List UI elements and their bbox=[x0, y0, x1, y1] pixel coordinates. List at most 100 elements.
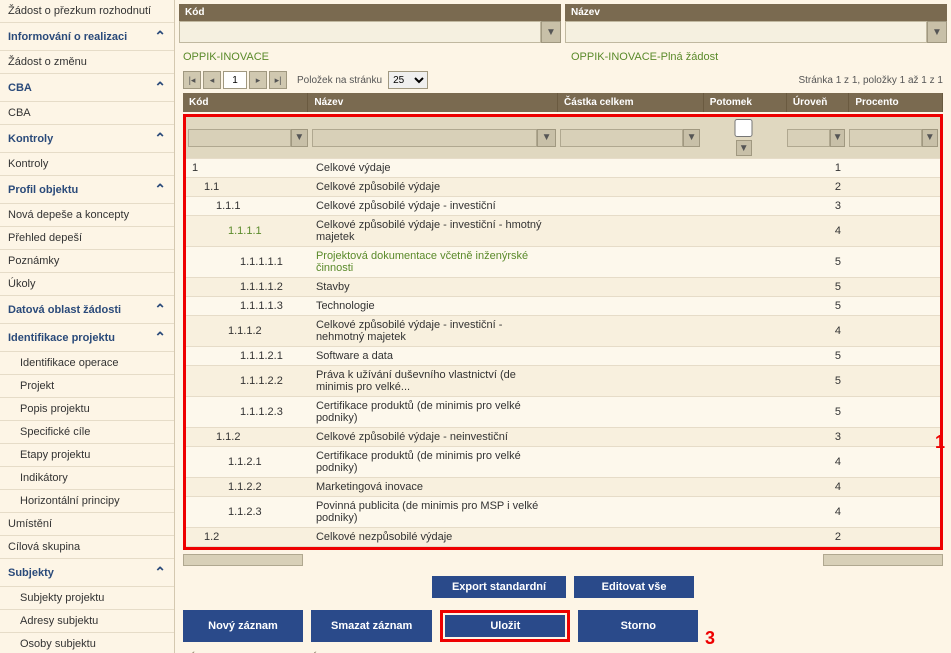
sidebar-item-informovani[interactable]: Informování o realizaci⌃ bbox=[0, 23, 174, 51]
filter-icon[interactable]: ▼ bbox=[736, 140, 752, 156]
sidebar-item-subjekty-header[interactable]: Subjekty⌃ bbox=[0, 559, 174, 587]
pager-first-icon[interactable]: |◂ bbox=[183, 71, 201, 89]
table-row[interactable]: 1.1.2 Celkové způsobilé výdaje - neinves… bbox=[186, 428, 940, 447]
sidebar-item-ukoly[interactable]: Úkoly bbox=[0, 273, 174, 296]
chevron-up-icon: ⌃ bbox=[154, 28, 166, 45]
cell-potomek bbox=[702, 278, 785, 297]
sidebar-item-cba-header[interactable]: CBA⌃ bbox=[0, 74, 174, 102]
sidebar-item-projekt[interactable]: Projekt bbox=[0, 375, 174, 398]
filter-icon[interactable]: ▼ bbox=[927, 21, 947, 43]
cell-procento bbox=[847, 178, 940, 197]
sidebar-item-poznamky[interactable]: Poznámky bbox=[0, 250, 174, 273]
scroll-hint-left[interactable] bbox=[183, 554, 303, 566]
edit-all-button[interactable]: Editovat vše bbox=[574, 576, 694, 598]
pager-page-input[interactable] bbox=[223, 71, 247, 89]
filter-kod-input[interactable] bbox=[179, 21, 541, 43]
pager-summary: Stránka 1 z 1, položky 1 až 1 z 1 bbox=[798, 75, 943, 86]
sidebar-item-datova-oblast[interactable]: Datová oblast žádosti⌃ bbox=[0, 296, 174, 324]
filter-icon[interactable]: ▼ bbox=[683, 129, 701, 147]
table-row[interactable]: 1.1.2.3 Povinná publicita (de minimis pr… bbox=[186, 497, 940, 528]
cell-nazev: Software a data bbox=[316, 350, 393, 362]
table-row[interactable]: 1.1.1.1.2 Stavby 5 bbox=[186, 278, 940, 297]
table-row[interactable]: 1.1.1 Celkové způsobilé výdaje - investi… bbox=[186, 197, 940, 216]
th-potomek[interactable]: Potomek bbox=[703, 93, 786, 112]
cell-castka bbox=[558, 316, 703, 347]
sidebar-item-osoby[interactable]: Osoby subjektu bbox=[0, 633, 174, 653]
pager-prev-icon[interactable]: ◂ bbox=[203, 71, 221, 89]
sidebar-item-cilova-skupina[interactable]: Cílová skupina bbox=[0, 536, 174, 559]
pager-next-icon[interactable]: ▸ bbox=[249, 71, 267, 89]
sidebar-item-prehled-depesi[interactable]: Přehled depeší bbox=[0, 227, 174, 250]
sidebar-item-identifikace[interactable]: Identifikace projektu⌃ bbox=[0, 324, 174, 352]
filter-icon[interactable]: ▼ bbox=[922, 129, 938, 147]
cell-procento bbox=[847, 528, 940, 547]
table-row[interactable]: 1.1 Celkové způsobilé výdaje 2 bbox=[186, 178, 940, 197]
per-page-select[interactable]: 25 bbox=[388, 71, 428, 89]
filter-icon[interactable]: ▼ bbox=[830, 129, 845, 147]
cell-uroven: 2 bbox=[785, 528, 847, 547]
table-row[interactable]: 1.1.1.1.1 Projektová dokumentace včetně … bbox=[186, 247, 940, 278]
filter-icon[interactable]: ▼ bbox=[541, 21, 561, 43]
save-button[interactable]: Uložit bbox=[445, 615, 565, 637]
new-record-button[interactable]: Nový záznam bbox=[183, 610, 303, 642]
table-row[interactable]: 1.1.1.2.1 Software a data 5 bbox=[186, 347, 940, 366]
result-nazev-link[interactable]: OPPIK-INOVACE-Plná žádost bbox=[563, 47, 951, 67]
col-filter-castka[interactable] bbox=[560, 129, 683, 147]
th-kod[interactable]: Kód bbox=[183, 93, 308, 112]
table-row[interactable]: 1 Celkové výdaje 1 bbox=[186, 159, 940, 178]
cell-kod: 1.1.2 bbox=[216, 431, 240, 443]
export-button[interactable]: Export standardní bbox=[432, 576, 566, 598]
sidebar-item-zmenu[interactable]: Žádost o změnu bbox=[0, 51, 174, 74]
sidebar-item-kontroly[interactable]: Kontroly bbox=[0, 153, 174, 176]
result-kod-link[interactable]: OPPIK-INOVACE bbox=[175, 47, 563, 67]
table-row[interactable]: 1.1.1.2.3 Certifikace produktů (de minim… bbox=[186, 397, 940, 428]
sidebar-item-profil[interactable]: Profil objektu⌃ bbox=[0, 176, 174, 204]
th-uroven[interactable]: Úroveň bbox=[786, 93, 848, 112]
col-filter-nazev[interactable] bbox=[312, 129, 537, 147]
table-row[interactable]: 1.1.1.1 Celkové způsobilé výdaje - inves… bbox=[186, 216, 940, 247]
sidebar-item-horizontalni[interactable]: Horizontální principy bbox=[0, 490, 174, 513]
sidebar-item-specificke-cile[interactable]: Specifické cíle bbox=[0, 421, 174, 444]
table-row[interactable]: 1.1.2.2 Marketingová inovace 4 bbox=[186, 478, 940, 497]
save-highlight: Uložit bbox=[440, 610, 570, 642]
cell-castka bbox=[558, 528, 703, 547]
cancel-button[interactable]: Storno bbox=[578, 610, 698, 642]
table-row[interactable]: 1.1.2.1 Certifikace produktů (de minimis… bbox=[186, 447, 940, 478]
sidebar-item-etapy[interactable]: Etapy projektu bbox=[0, 444, 174, 467]
filter-kod-label: Kód bbox=[179, 4, 561, 21]
sidebar-item-adresy[interactable]: Adresy subjektu bbox=[0, 610, 174, 633]
table-row[interactable]: 1.2 Celkové nezpůsobilé výdaje 2 bbox=[186, 528, 940, 547]
sidebar-item-prezkum[interactable]: Žádost o přezkum rozhodnutí bbox=[0, 0, 174, 23]
sidebar-item-depese[interactable]: Nová depeše a koncepty bbox=[0, 204, 174, 227]
table-row[interactable]: 1.1.1.2 Celkové způsobilé výdaje - inves… bbox=[186, 316, 940, 347]
cell-nazev: Celkové způsobilé výdaje - investiční bbox=[316, 200, 496, 212]
scroll-hint-right[interactable] bbox=[823, 554, 943, 566]
col-filter-procento[interactable] bbox=[849, 129, 922, 147]
pager-last-icon[interactable]: ▸| bbox=[269, 71, 287, 89]
col-filter-kod[interactable] bbox=[188, 129, 291, 147]
sidebar-item-kontroly-header[interactable]: Kontroly⌃ bbox=[0, 125, 174, 153]
table-row[interactable]: 1.1.1.1.3 Technologie 5 bbox=[186, 297, 940, 316]
table-row[interactable]: 1.1.1.2.2 Práva k užívání duševního vlas… bbox=[186, 366, 940, 397]
sidebar-item-cba[interactable]: CBA bbox=[0, 102, 174, 125]
cell-potomek bbox=[702, 447, 785, 478]
sidebar-item-identifikace-operace[interactable]: Identifikace operace bbox=[0, 352, 174, 375]
sidebar-item-popis-projektu[interactable]: Popis projektu bbox=[0, 398, 174, 421]
cell-castka bbox=[558, 478, 703, 497]
th-procento[interactable]: Procento bbox=[849, 93, 943, 112]
delete-record-button[interactable]: Smazat záznam bbox=[311, 610, 432, 642]
cell-uroven: 4 bbox=[785, 478, 847, 497]
sidebar-item-indikatory[interactable]: Indikátory bbox=[0, 467, 174, 490]
cell-procento bbox=[847, 216, 940, 247]
filter-icon[interactable]: ▼ bbox=[537, 129, 556, 147]
th-nazev[interactable]: Název bbox=[308, 93, 558, 112]
sidebar-item-subjekty-projektu[interactable]: Subjekty projektu bbox=[0, 587, 174, 610]
sidebar-item-umisteni[interactable]: Umístění bbox=[0, 513, 174, 536]
filter-icon[interactable]: ▼ bbox=[291, 129, 308, 147]
filter-nazev-input[interactable] bbox=[565, 21, 927, 43]
col-filter-potomek-check[interactable] bbox=[704, 119, 783, 137]
cell-potomek bbox=[702, 178, 785, 197]
th-castka[interactable]: Částka celkem bbox=[558, 93, 704, 112]
col-filter-uroven[interactable] bbox=[787, 129, 830, 147]
chevron-up-icon: ⌃ bbox=[154, 130, 166, 147]
